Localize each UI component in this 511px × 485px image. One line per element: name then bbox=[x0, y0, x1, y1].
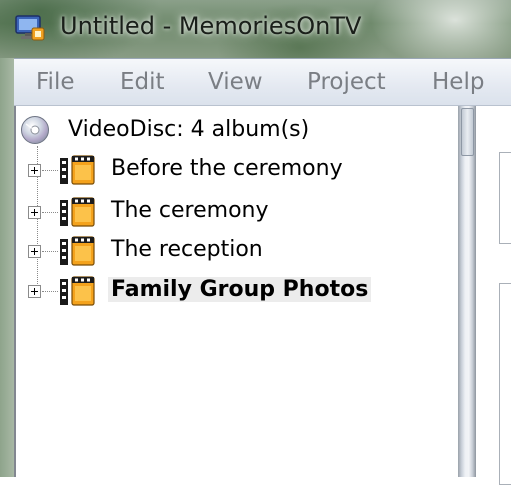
tree-pane-border bbox=[14, 106, 16, 477]
title-bar[interactable]: Untitled - MemoriesOnTV bbox=[0, 0, 511, 58]
scrollbar-thumb[interactable] bbox=[461, 108, 474, 156]
tree-item-album[interactable]: The reception bbox=[28, 233, 458, 267]
pane-splitter[interactable] bbox=[458, 106, 476, 477]
menu-view[interactable]: View bbox=[208, 69, 263, 95]
expand-icon[interactable] bbox=[28, 206, 41, 219]
window-title: Untitled - MemoriesOnTV bbox=[60, 12, 362, 40]
menu-help[interactable]: Help bbox=[432, 69, 484, 95]
tree-item-album-selected[interactable]: Family Group Photos bbox=[28, 273, 458, 307]
disc-icon bbox=[21, 116, 49, 144]
tree-connector bbox=[42, 251, 58, 252]
film-album-icon bbox=[60, 276, 95, 306]
detail-panel-bottom bbox=[499, 283, 511, 485]
film-album-icon bbox=[60, 236, 95, 266]
album-label: The reception bbox=[111, 237, 263, 262]
menu-edit[interactable]: Edit bbox=[120, 69, 165, 95]
monitor-app-icon[interactable] bbox=[14, 14, 46, 42]
tree-item-album[interactable]: The ceremony bbox=[28, 194, 458, 228]
film-album-icon bbox=[60, 155, 95, 185]
album-label: Before the ceremony bbox=[111, 156, 343, 181]
tree-connector bbox=[42, 291, 58, 292]
tree-connector bbox=[42, 170, 58, 171]
tree-root-label: VideoDisc: 4 album(s) bbox=[68, 117, 310, 142]
tree-item-album[interactable]: Before the ceremony bbox=[28, 152, 458, 186]
menu-bar: File Edit View Project Help bbox=[14, 58, 511, 106]
menu-project[interactable]: Project bbox=[307, 69, 386, 95]
album-label: The ceremony bbox=[111, 198, 269, 223]
window-frame-left bbox=[0, 58, 14, 477]
album-label-selected: Family Group Photos bbox=[108, 277, 372, 302]
expand-icon[interactable] bbox=[28, 164, 41, 177]
expand-icon[interactable] bbox=[28, 245, 41, 258]
expand-icon[interactable] bbox=[28, 285, 41, 298]
detail-panel-top bbox=[499, 152, 511, 244]
film-album-icon bbox=[60, 197, 95, 227]
menu-file[interactable]: File bbox=[36, 69, 75, 95]
tree-connector bbox=[42, 212, 58, 213]
